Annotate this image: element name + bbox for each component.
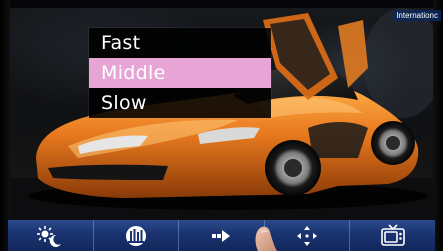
- day-night-button[interactable]: [8, 220, 94, 251]
- bezel-left: [0, 0, 10, 251]
- menu-item-fast[interactable]: Fast: [89, 28, 271, 58]
- tv-button[interactable]: [350, 220, 435, 251]
- move-button[interactable]: [265, 220, 351, 251]
- tv-icon: [380, 223, 405, 246]
- screen: Internationc Fast Middle Slow: [0, 0, 443, 251]
- equalizer-button[interactable]: [94, 220, 180, 251]
- watermark-text: Internationc: [393, 10, 441, 21]
- equalizer-icon: [125, 225, 146, 246]
- arrow-right-icon: [212, 229, 231, 242]
- bezel-right: [433, 0, 443, 251]
- bezel-top: [0, 0, 443, 8]
- menu-item-slow[interactable]: Slow: [89, 88, 271, 118]
- day-night-icon: [37, 225, 62, 247]
- bottom-toolbar: [8, 220, 435, 251]
- next-button[interactable]: [179, 220, 265, 251]
- move-arrows-icon: [297, 225, 318, 246]
- menu-item-middle[interactable]: Middle: [89, 58, 271, 88]
- speed-menu: Fast Middle Slow: [89, 28, 271, 118]
